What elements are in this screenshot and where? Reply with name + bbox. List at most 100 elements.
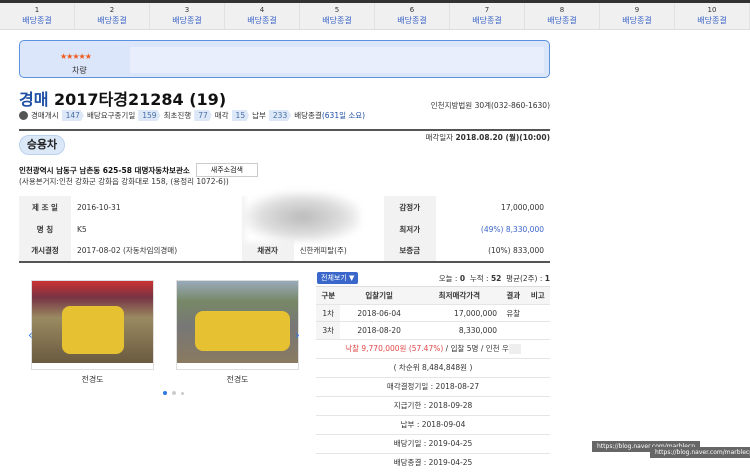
bid-cell: [525, 321, 550, 339]
tab-number: 4: [259, 6, 265, 14]
title-prefix: 경매: [19, 90, 49, 109]
tab-10[interactable]: 10 배당종결: [675, 3, 750, 29]
bid-cell: [501, 321, 526, 339]
info-value: (49%) 8,330,000: [480, 224, 544, 234]
view-all-button[interactable]: 전체보기 ▼: [317, 272, 359, 284]
tab-label: 배당종결: [172, 16, 202, 25]
bid-header: 비고: [525, 286, 550, 305]
tab-2[interactable]: 2 배당종결: [75, 3, 150, 29]
bid-cell: [525, 304, 550, 322]
info-label: 최저가: [383, 218, 436, 240]
tab-number: 8: [559, 6, 565, 14]
info-label: 명 칭: [19, 218, 71, 240]
step-days: 147: [61, 110, 84, 121]
tab-label: 배당종결: [547, 16, 577, 25]
bid-header: 구분: [316, 286, 341, 305]
type-badge: 승용차: [19, 135, 65, 155]
tab-1[interactable]: 1 배당종결: [0, 3, 75, 29]
step-label: 매각: [214, 111, 229, 120]
star-rating: ★★★★★: [60, 52, 92, 61]
photo-caption: 전경도: [226, 375, 249, 384]
step-end: 배당종결: [294, 111, 322, 120]
tab-label: 배당종결: [472, 16, 502, 25]
bid-cell: 1차: [316, 304, 341, 322]
tab-number: 10: [707, 6, 717, 14]
bid-cell: 17,000,000: [417, 304, 501, 322]
new-address-search-button[interactable]: 새주소검색: [195, 163, 258, 177]
winning-detail: / 입찰 5명 / 인천 우: [443, 344, 509, 353]
sale-date: 매각일자 2018.08.20 (월)(10:00): [425, 132, 550, 143]
winning-bid: 낙찰 9,770,000원 (57.47%) / 입찰 5명 / 인천 우: [316, 339, 550, 358]
info-value: K5: [77, 224, 87, 234]
tab-label: 배당종결: [97, 16, 127, 25]
watermark: https://blog.naver.com/marblecp: [650, 447, 750, 458]
info-value: 2016-10-31: [77, 202, 121, 212]
rating-box: ★★★★★ 차량: [19, 40, 550, 78]
step-days: 15: [231, 110, 250, 121]
info-value: 신한캐피탈(주): [299, 246, 347, 255]
schedule-date: 지급기한 : 2018-09-28: [316, 396, 550, 415]
schedule-date: 배당기일 : 2019-04-25: [316, 434, 550, 453]
redacted-area: [245, 192, 360, 242]
step-label: 경매개시: [31, 111, 59, 120]
tab-number: 3: [184, 6, 190, 14]
photo-caption: 전경도: [81, 375, 104, 384]
info-value: (10%) 833,000: [488, 246, 544, 255]
info-value: 17,000,000: [501, 202, 544, 212]
bid-cell: 2018-06-04: [340, 304, 418, 322]
tab-label: 배당종결: [247, 16, 277, 25]
bid-header: 입찰기일: [340, 286, 418, 305]
page-title: 경매 2017타경21284 (19): [19, 86, 226, 110]
tab-5[interactable]: 5 배당종결: [300, 3, 375, 29]
step-label: 납부: [252, 111, 266, 120]
tab-number: 6: [409, 6, 415, 14]
tab-3[interactable]: 3 배당종결: [150, 3, 225, 29]
case-number: 2017타경21284 (19): [54, 90, 227, 109]
info-label: 제 조 일: [19, 196, 71, 218]
bid-header: 결과: [501, 286, 526, 305]
photo-1[interactable]: [31, 280, 154, 370]
tab-label: 배당종결: [22, 16, 52, 25]
schedule-date: 매각결정기일 : 2018-08-27: [316, 377, 550, 396]
bid-history-table: 구분 입찰기일 최저매각가격 결과 비고 1차 2018-06-04 17,000,000 유찰…: [316, 286, 550, 339]
rating-content: [130, 47, 544, 73]
address: 인천광역시 남동구 남촌동 625-58 대명자동차보관소 새주소검색: [19, 163, 258, 177]
step-days: 159: [138, 110, 161, 121]
second-bid: ( 차순위 8,484,848원 ): [316, 358, 550, 377]
schedule-date: 배당종결 : 2019-04-25: [316, 453, 550, 472]
view-stats: 오늘 : 0 누적 : 52 평균(2주) : 1: [438, 274, 550, 283]
tab-number: 5: [334, 6, 340, 14]
tab-8[interactable]: 8 배당종결: [525, 3, 600, 29]
step-duration: (631일 소요): [321, 111, 366, 120]
court-info: 인천지방법원 30계(032-860-1630): [430, 101, 550, 110]
tab-4[interactable]: 4 배당종결: [225, 3, 300, 29]
schedule-date: 납부 : 2018-09-04: [316, 415, 550, 434]
tab-label: 배당종결: [397, 16, 427, 25]
step-label: 최초진행: [163, 111, 192, 120]
bid-row: 1차 2018-06-04 17,000,000 유찰: [316, 304, 550, 322]
address-text: 인천광역시 남동구 남촌동 625-58 대명자동차보관소: [19, 165, 190, 175]
bid-row: 3차 2018-08-20 8,330,000: [316, 321, 550, 339]
chevron-left-icon[interactable]: ‹: [28, 328, 33, 342]
photo-2[interactable]: [176, 280, 299, 370]
step-label: 배당요구종기일: [86, 111, 136, 120]
tab-7[interactable]: 7 배당종결: [450, 3, 525, 29]
bid-cell: 2018-08-20: [340, 321, 418, 339]
sale-date-value: 2018.08.20 (월)(10:00): [455, 133, 550, 142]
tab-label: 배당종결: [622, 16, 652, 25]
info-value: 2017-08-02 (자동차임의경매): [77, 246, 178, 255]
sale-date-label: 매각일자: [425, 133, 454, 142]
tab-number: 2: [109, 6, 115, 14]
chevron-right-icon[interactable]: ›: [295, 328, 300, 342]
tab-label: 배당종결: [322, 16, 352, 25]
tab-number: 9: [634, 6, 640, 14]
tab-number: 1: [34, 6, 40, 14]
winning-amount: 낙찰 9,770,000원 (57.47%): [345, 344, 444, 353]
bid-cell: 8,330,000: [417, 321, 501, 339]
info-label: 보증금: [383, 240, 436, 262]
tab-6[interactable]: 6 배당종결: [375, 3, 450, 29]
info-label: 개시결정: [19, 240, 71, 262]
carousel-dots[interactable]: [163, 391, 184, 395]
info-label: 감정가: [383, 196, 436, 218]
tab-9[interactable]: 9 배당종결: [600, 3, 675, 29]
